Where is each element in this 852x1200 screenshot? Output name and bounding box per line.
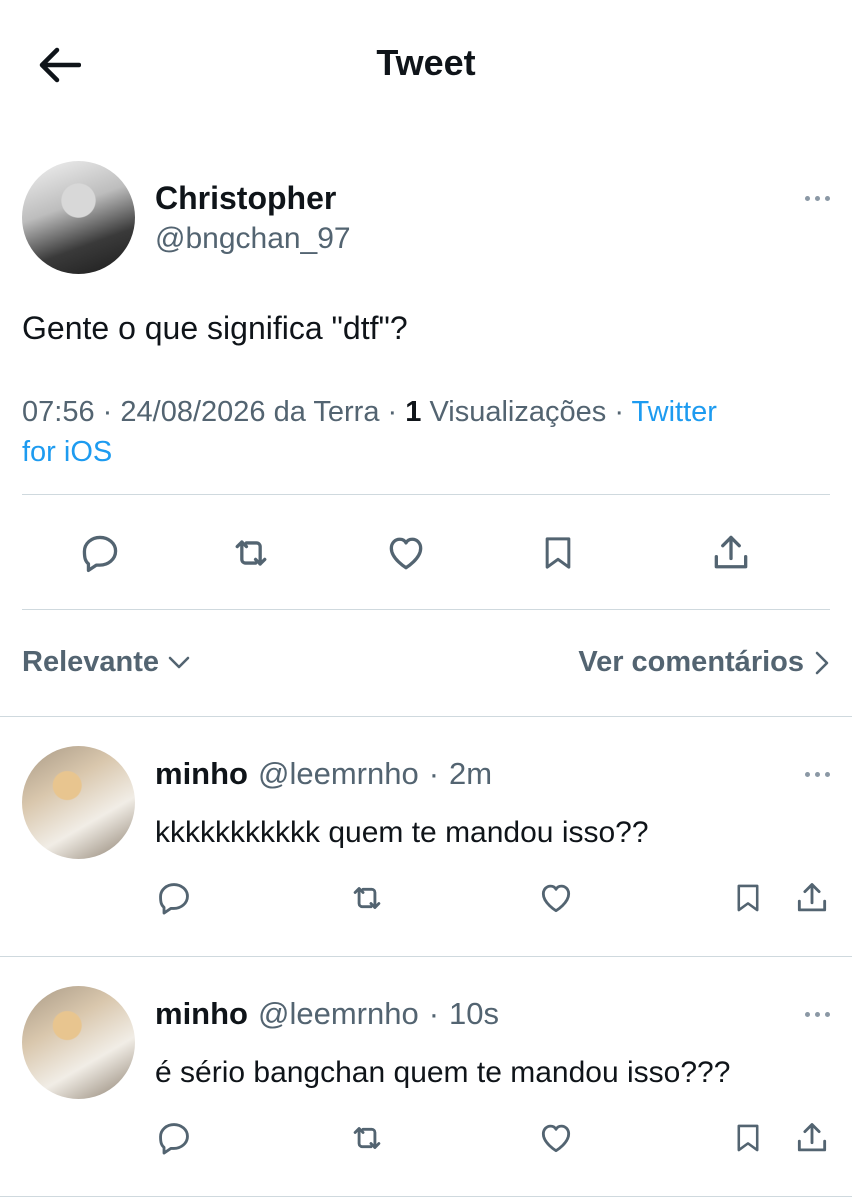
view-comments-link[interactable]: Ver comentários [578, 646, 830, 679]
source-link[interactable]: Twitter [632, 396, 717, 428]
share-icon [797, 883, 827, 912]
more-horizontal-icon[interactable] [805, 772, 830, 777]
reply-time: 2m [449, 756, 493, 791]
reply-author-handle[interactable]: @leemrnho [258, 756, 419, 792]
tweet-text: Gente o que significa "dtf"? [22, 310, 408, 346]
reply-text: kkkkkkkkkkk quem te mandou isso?? [155, 816, 649, 849]
view-comments-label: Ver comentários [578, 646, 804, 678]
divider [0, 1196, 852, 1197]
reply-author-name[interactable]: minho [155, 996, 248, 1032]
views-label[interactable]: Visualizações [429, 396, 606, 428]
heart-icon [389, 537, 423, 570]
share-button[interactable] [790, 1116, 834, 1160]
heart-icon [541, 1124, 571, 1153]
divider [22, 609, 830, 610]
more-horizontal-icon[interactable] [805, 196, 830, 201]
reply-item: minho @leemrnho · 2m kkkkkkkkkkk quem te… [0, 716, 852, 956]
comment-icon [159, 1123, 189, 1155]
retweet-button[interactable] [223, 525, 279, 581]
reply-actions [0, 876, 852, 936]
retweet-icon [353, 1127, 381, 1149]
page-title: Tweet [376, 42, 476, 83]
like-button[interactable] [534, 876, 578, 920]
chevron-right-icon [815, 651, 829, 674]
reply-separator: · [428, 996, 440, 1031]
more-horizontal-icon[interactable] [805, 1012, 830, 1017]
share-icon [714, 535, 748, 569]
reply-text: é sério bangchan quem te mandou isso??? [155, 1056, 731, 1089]
meta-separator: · [102, 396, 113, 428]
avatar[interactable] [22, 746, 135, 859]
bookmark-button[interactable] [530, 525, 586, 581]
source-link-continued[interactable]: for iOS [22, 436, 112, 468]
comment-icon [159, 883, 189, 915]
reply-author-name[interactable]: minho [155, 756, 248, 792]
comment-icon [82, 535, 118, 573]
tweet-date: 24/08/2026 [120, 396, 266, 428]
bookmark-button[interactable] [726, 876, 770, 920]
reply-author-handle[interactable]: @leemrnho [258, 996, 419, 1032]
share-button[interactable] [703, 525, 759, 581]
reply-header: minho @leemrnho · 10s [155, 996, 499, 1032]
reply-item: minho @leemrnho · 10s é sério bangchan q… [0, 956, 852, 1196]
author-handle[interactable]: @bngchan_97 [155, 222, 351, 256]
meta-separator: · [387, 396, 398, 428]
reply-button[interactable] [72, 525, 128, 581]
reply-header: minho @leemrnho · 2m [155, 756, 492, 792]
bookmark-icon [737, 1124, 759, 1152]
sort-dropdown[interactable]: Relevante [22, 646, 191, 679]
meta-separator: · [614, 396, 624, 428]
like-button[interactable] [534, 1116, 578, 1160]
views-count: 1 [405, 396, 422, 428]
tweet-meta: 07:56 · 24/08/2026 da Terra · 1 Visualiz… [22, 392, 832, 472]
divider [22, 494, 830, 495]
author-name[interactable]: Christopher [155, 180, 336, 217]
reply-time: 10s [449, 996, 500, 1031]
share-button[interactable] [790, 876, 834, 920]
reply-separator: · [428, 756, 440, 791]
replies-sort-bar: Relevante Ver comentários [0, 640, 852, 690]
heart-icon [541, 884, 571, 913]
reply-actions [0, 1116, 852, 1176]
share-icon [797, 1123, 827, 1152]
bookmark-button[interactable] [726, 1116, 770, 1160]
bookmark-icon [737, 884, 759, 912]
reply-button[interactable] [152, 1116, 196, 1160]
tweet-time: 07:56 [22, 396, 95, 428]
retweet-button[interactable] [345, 876, 389, 920]
reply-button[interactable] [152, 876, 196, 920]
bookmark-icon [545, 537, 571, 569]
sort-label: Relevante [22, 646, 160, 678]
retweet-icon [235, 540, 267, 566]
tweet-actions [0, 525, 852, 585]
retweet-icon [353, 887, 381, 909]
tweet-location: da Terra [273, 396, 380, 428]
avatar[interactable] [22, 986, 135, 1099]
avatar[interactable] [22, 161, 135, 274]
top-bar: Tweet [0, 0, 852, 130]
retweet-button[interactable] [345, 1116, 389, 1160]
like-button[interactable] [378, 525, 434, 581]
chevron-down-icon [168, 656, 190, 668]
